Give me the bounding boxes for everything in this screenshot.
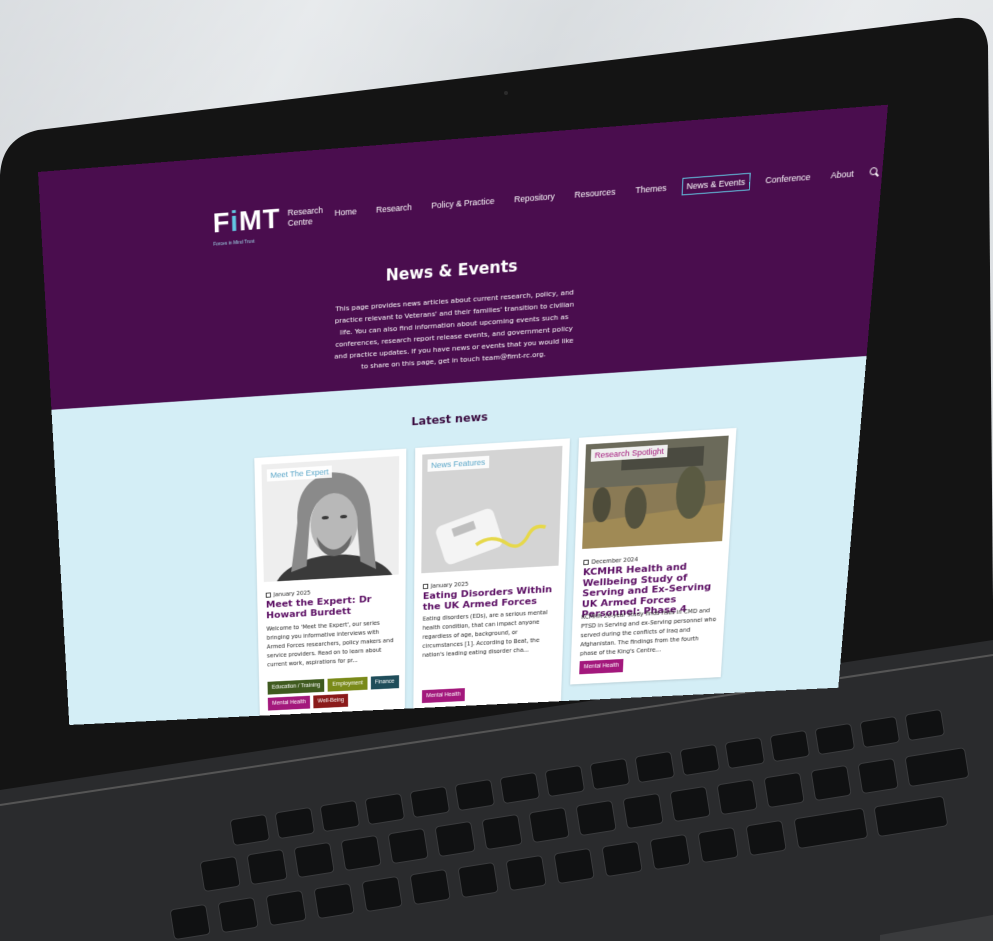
logo-wordmark: FiMT — [212, 203, 280, 240]
page-intro: This page provides news articles about c… — [331, 286, 579, 375]
calendar-icon — [266, 592, 271, 597]
tag-mental-health[interactable]: Mental Health — [268, 696, 310, 711]
card-excerpt: Eating disorders (EDs), are a serious me… — [422, 608, 557, 660]
logo-sub-centre: Centre — [288, 216, 323, 229]
tag-well-being[interactable]: Well-Being — [313, 694, 348, 709]
logo-tagline: Forces in Mind Trust — [213, 239, 254, 248]
logo-subtitle: Research Centre — [288, 205, 324, 229]
calendar-icon — [423, 584, 428, 589]
logo-letters-mt: MT — [239, 203, 281, 237]
nav-news-events[interactable]: News & Events — [681, 173, 750, 196]
news-card-meet-the-expert[interactable]: Meet The Expert January 2025 Meet the Ex… — [254, 449, 406, 725]
tag-education-training[interactable]: Education / Training — [267, 679, 324, 695]
calendar-icon — [583, 560, 589, 565]
search-icon[interactable] — [869, 167, 880, 178]
main-nav: Home Research Policy & Practice Reposito… — [330, 163, 880, 222]
tag-finance[interactable]: Finance — [371, 675, 399, 689]
logo-letter-f: F — [212, 207, 230, 239]
tag-mental-health[interactable]: Mental Health — [422, 688, 465, 703]
nav-resources[interactable]: Resources — [570, 183, 621, 204]
news-card-kcmhr-study[interactable]: Research Spotlight December 2024 KCMHR H… — [570, 428, 736, 685]
nav-conference[interactable]: Conference — [760, 168, 816, 190]
browser-screen: FiMT Research Centre Forces in Mind Trus… — [38, 105, 888, 725]
nav-repository[interactable]: Repository — [509, 187, 559, 208]
card-image-soldiers[interactable]: Research Spotlight — [582, 436, 729, 549]
tag-employment[interactable]: Employment — [328, 677, 367, 692]
nav-themes[interactable]: Themes — [630, 179, 671, 200]
nav-research[interactable]: Research — [371, 198, 416, 219]
nav-home[interactable]: Home — [330, 202, 361, 222]
fimt-logo[interactable]: FiMT Research Centre — [212, 200, 323, 241]
card-image-portrait[interactable]: Meet The Expert — [261, 456, 399, 582]
card-excerpt: Welcome to 'Meet the Expert', our series… — [266, 618, 398, 670]
nav-policy-practice[interactable]: Policy & Practice — [427, 192, 500, 215]
card-excerpt: KCMHR 20-year study finds rises in CMD a… — [580, 606, 718, 659]
nav-about[interactable]: About — [825, 164, 859, 184]
card-tags: Education / Training Employment Finance … — [267, 675, 399, 710]
card-image-scale[interactable]: News Features — [421, 446, 562, 573]
card-tags: Mental Health — [422, 684, 556, 704]
news-card-eating-disorders[interactable]: News Features January 2025 Eating Disord… — [413, 438, 570, 724]
tag-mental-health[interactable]: Mental Health — [579, 659, 623, 674]
